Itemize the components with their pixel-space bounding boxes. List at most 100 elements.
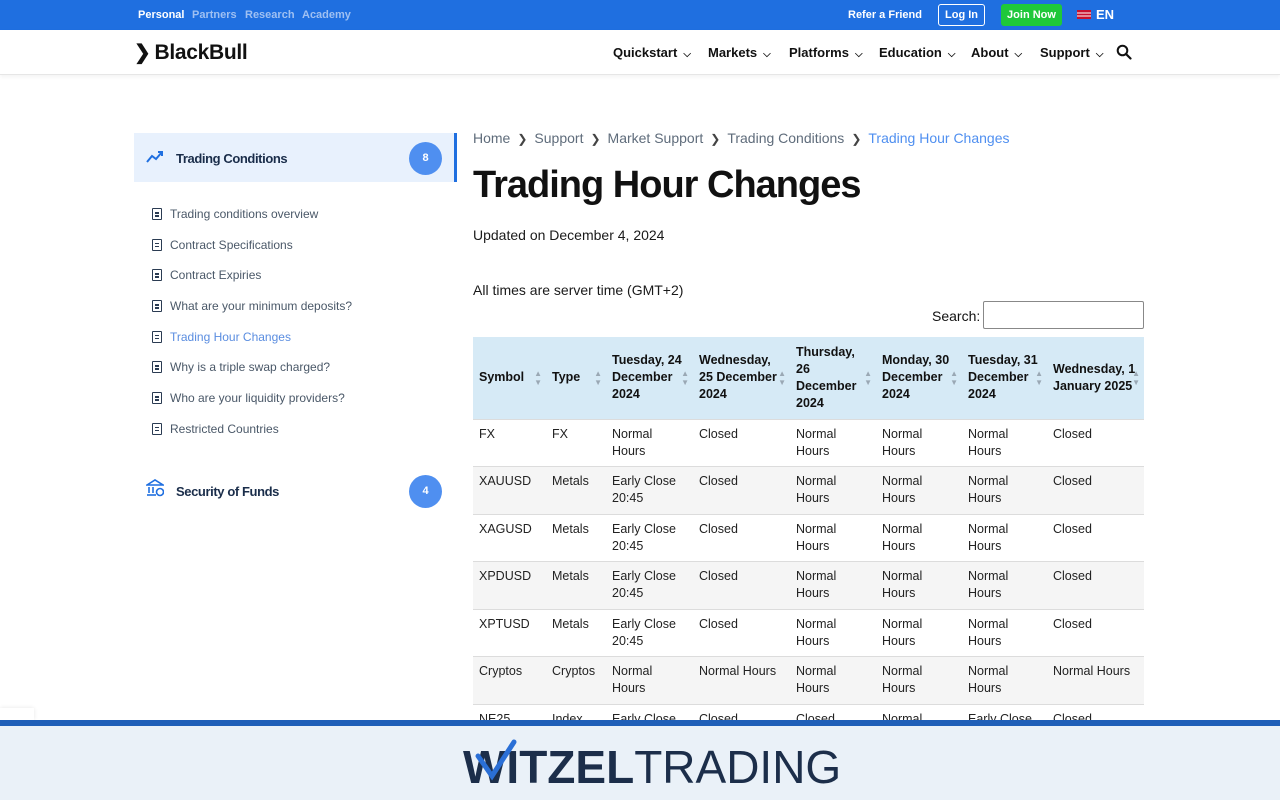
article-label: Contract Expiries (170, 268, 262, 283)
table-body: FX FX Normal Hours Closed Normal Hours Normal… (473, 418, 1144, 752)
table-cell: Normal Hours (962, 466, 1047, 514)
chevron-right-icon: ❯ (590, 132, 601, 146)
breadcrumb-support[interactable]: Support (534, 130, 583, 146)
timezone-note: All times are server time (GMT+2) (473, 282, 684, 298)
article-label: Contract Specifications (170, 237, 293, 252)
breadcrumb-current: Trading Hour Changes (868, 130, 1010, 146)
table-cell: Closed (693, 466, 790, 514)
column-header[interactable]: Wednesday, 25 December 2024 ▲ ▼ (693, 337, 790, 419)
column-header-label: Thursday, 26 December 2024 (796, 344, 857, 410)
nav-quickstart[interactable]: Quickstart ⌵ (613, 45, 691, 60)
nav-markets[interactable]: Markets ⌵ (708, 45, 771, 60)
segment-partners[interactable]: Partners (192, 9, 237, 21)
nav-label: About (971, 45, 1009, 60)
table-cell: Early Close 20:45 (606, 513, 693, 562)
article-label: Trading Hour Changes (170, 329, 291, 344)
table-cell: Closed (693, 608, 790, 657)
nav-platforms[interactable]: Platforms ⌵ (789, 45, 863, 60)
table-cell: Closed (1047, 608, 1144, 657)
brand-light: TRADING (634, 741, 842, 793)
table-cell: Normal Hours (1047, 656, 1144, 704)
segment-research[interactable]: Research (245, 9, 295, 21)
column-header[interactable]: Wednesday, 1 January 2025 ▲ ▼ (1047, 337, 1144, 419)
segment-academy[interactable]: Academy (302, 9, 351, 21)
nav-about[interactable]: About ⌵ (971, 45, 1022, 60)
trading-hours-table: Symbol ▲ ▼ Type ▲ ▼ Tuesday, 24 December 2024 ▲… (473, 337, 1144, 752)
table-cell: Early Close 20:45 (606, 608, 693, 657)
sort-arrows-icon: ▲ ▼ (864, 369, 872, 387)
breadcrumb-home[interactable]: Home (473, 130, 510, 146)
table-cell: Cryptos (473, 656, 546, 704)
article-link[interactable]: Contract Expiries (134, 267, 457, 298)
nav-label: Markets (708, 45, 758, 60)
table-cell: Normal Hours (790, 561, 876, 609)
article-link[interactable]: Restricted Countries (134, 421, 457, 452)
column-header[interactable]: Monday, 30 December 2024 ▲ ▼ (876, 337, 962, 419)
search-label: Search: (932, 308, 981, 324)
article-link-current[interactable]: Trading Hour Changes (134, 329, 457, 360)
sort-arrows-icon: ▲ ▼ (594, 369, 602, 387)
article-link[interactable]: Contract Specifications (134, 237, 457, 268)
article-link[interactable]: Why is a triple swap charged? (134, 359, 457, 390)
login-button[interactable]: Log In (938, 4, 985, 26)
document-icon (152, 330, 162, 343)
logo-text: BlackBull (154, 41, 248, 64)
article-link[interactable]: Who are your liquidity providers? (134, 390, 457, 421)
column-header[interactable]: Symbol ▲ ▼ (473, 337, 546, 419)
column-header-label: Type (552, 370, 581, 385)
nav-label: Quickstart (613, 45, 678, 60)
breadcrumb-trading-conditions[interactable]: Trading Conditions (727, 130, 844, 146)
table-cell: Normal Hours (962, 513, 1047, 562)
table-cell: Normal Hours (790, 513, 876, 562)
column-header[interactable]: Tuesday, 24 December 2024 ▲ ▼ (606, 337, 693, 419)
floating-widget[interactable] (0, 708, 34, 720)
document-icon (152, 422, 162, 435)
nav-label: Support (1040, 45, 1090, 60)
table-cell: Closed (693, 561, 790, 609)
table-cell: FX (473, 418, 546, 467)
category-title: Trading Conditions (176, 151, 288, 166)
table-row: XAUUSD Metals Early Close 20:45 Closed Norma… (473, 466, 1144, 514)
breadcrumb-market-support[interactable]: Market Support (608, 130, 704, 146)
column-header[interactable]: Tuesday, 31 December 2024 ▲ ▼ (962, 337, 1047, 419)
table-cell: Closed (693, 418, 790, 467)
article-link[interactable]: Trading conditions overview (134, 206, 457, 237)
nav-label: Education (879, 45, 942, 60)
document-icon (152, 361, 162, 374)
chevron-right-icon: ❯ (517, 132, 528, 146)
table-cell: Normal Hours (876, 561, 962, 609)
column-header[interactable]: Thursday, 26 December 2024 ▲ ▼ (790, 337, 876, 419)
join-now-button[interactable]: Join Now (1001, 4, 1062, 26)
document-icon (152, 392, 162, 405)
sort-arrows-icon: ▲ ▼ (1132, 369, 1140, 387)
table-cell: Normal Hours (876, 608, 962, 657)
count-badge: 4 (409, 474, 442, 508)
table-cell: Early Close 20:45 (606, 561, 693, 609)
nav-education[interactable]: Education ⌵ (879, 45, 955, 60)
table-row: XPTUSD Metals Early Close 20:45 Closed Norma… (473, 608, 1144, 657)
table-cell: Closed (1047, 561, 1144, 609)
blackbull-logo[interactable]: ❯ BlackBull (134, 40, 248, 65)
table-search-input[interactable] (983, 301, 1144, 329)
chevron-down-icon: ⌵ (763, 49, 771, 60)
nav-support[interactable]: Support ⌵ (1040, 45, 1103, 60)
table-cell: Closed (1047, 466, 1144, 514)
language-selector[interactable]: EN (1077, 7, 1114, 22)
category-trading-conditions[interactable]: Trading Conditions 8 (134, 133, 457, 182)
chevron-right-icon: ❯ (851, 132, 862, 146)
table-row: FX FX Normal Hours Closed Normal Hours Normal… (473, 418, 1144, 467)
column-header[interactable]: Type ▲ ▼ (546, 337, 606, 419)
category-security-of-funds[interactable]: Security of Funds 4 (134, 466, 457, 515)
refer-friend-link[interactable]: Refer a Friend (848, 9, 922, 21)
table-cell: Closed (1047, 418, 1144, 467)
search-icon[interactable] (1116, 44, 1132, 60)
table-row: XPDUSD Metals Early Close 20:45 Closed Norma… (473, 561, 1144, 609)
article-link[interactable]: What are your minimum deposits? (134, 298, 457, 329)
segment-personal[interactable]: Personal (138, 9, 184, 21)
table-cell: Normal Hours (790, 656, 876, 704)
chevron-down-icon: ⌵ (854, 49, 863, 60)
document-icon (152, 269, 162, 282)
table-cell: Normal Hours (962, 561, 1047, 609)
table-cell: Normal Hours (962, 418, 1047, 467)
main-nav: ❯ BlackBull Quickstart ⌵ Markets ⌵ Platform… (0, 30, 1280, 75)
